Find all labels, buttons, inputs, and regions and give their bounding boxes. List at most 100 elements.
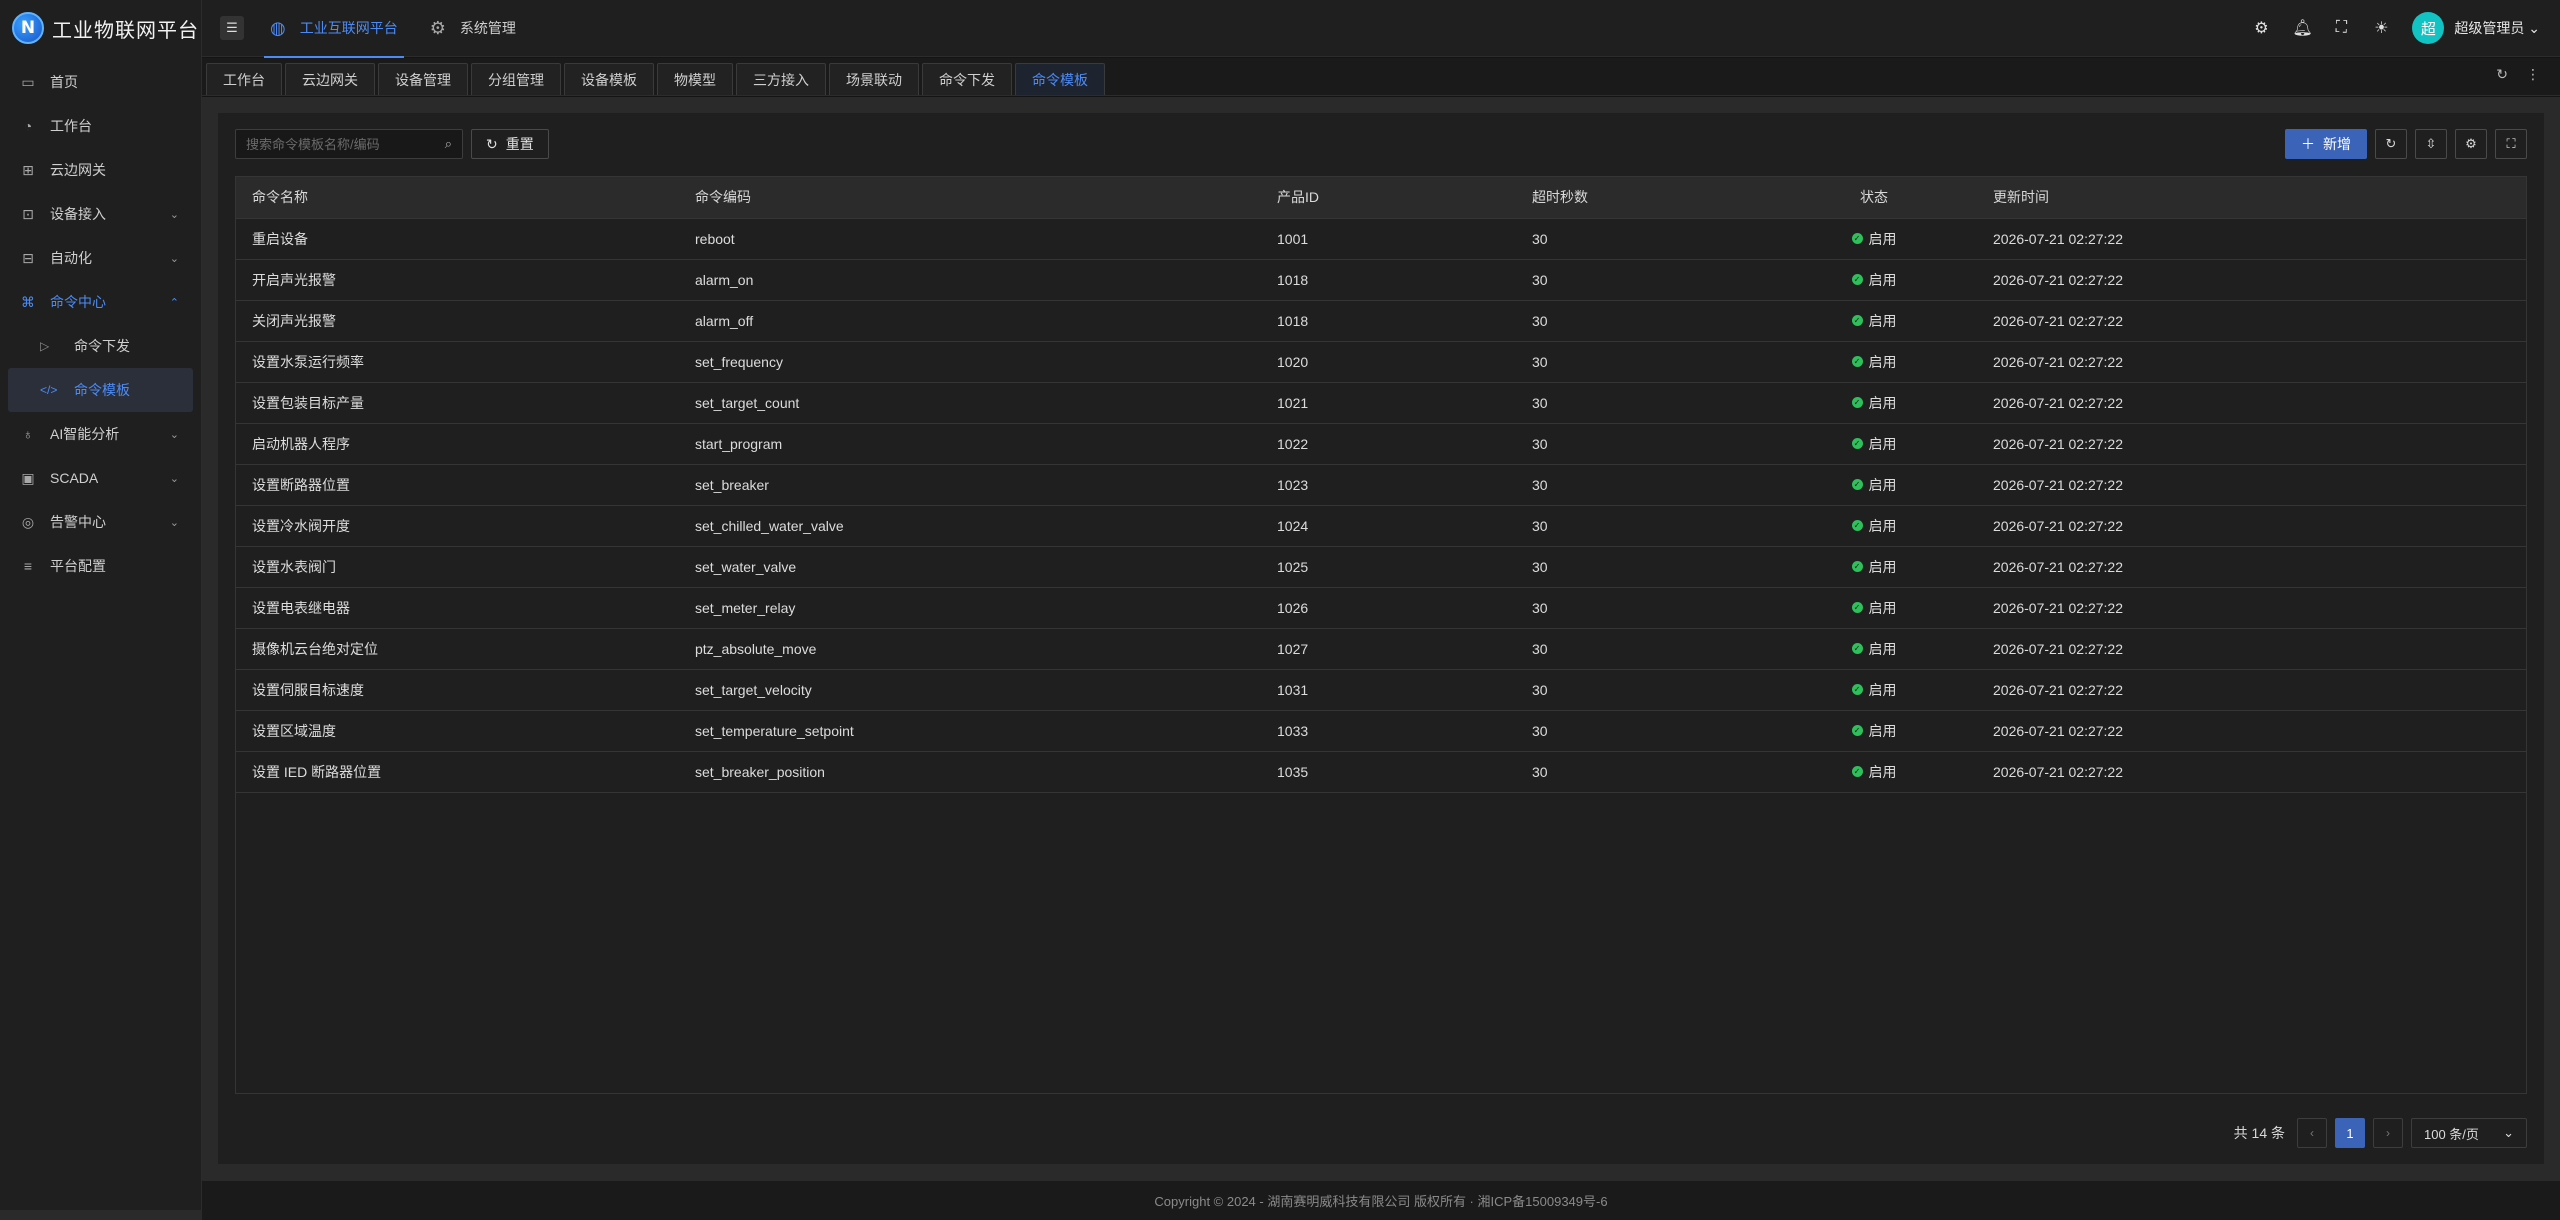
table-row[interactable]: 摄像机云台绝对定位 ptz_absolute_move 1027 30 ✓ 启用 2026-… xyxy=(236,628,2526,669)
table-header-row: 命令名称 命令编码 产品ID 超时秒数 状态 更新时间 xyxy=(236,177,2526,219)
sidebar: N 工业物联网平台 ▭ 首页 ◔ 工作台 ⊞ 云边网关 ⊡ 设备接入 ⌄ ⊟ 自… xyxy=(0,0,202,1220)
table-row[interactable]: 启动机器人程序 start_program 1022 30 ✓ 启用 2026-07-21 … xyxy=(236,423,2526,464)
tab-third-party[interactable]: 三方接入 xyxy=(736,63,826,95)
column-header-code[interactable]: 命令编码 xyxy=(679,177,1261,219)
table-row[interactable]: 设置水表阀门 set_water_valve 1025 30 ✓ 启用 2026-07-21… xyxy=(236,546,2526,587)
page-size-select[interactable]: 100 条/页 ⌄ xyxy=(2411,1118,2527,1148)
sidebar-item-device-access[interactable]: ⊡ 设备接入 ⌄ xyxy=(0,192,201,236)
column-header-updated[interactable]: 更新时间 xyxy=(1977,177,2526,219)
sidebar-subitem-label: 命令下发 xyxy=(74,338,130,354)
tab-device-template[interactable]: 设备模板 xyxy=(564,63,654,95)
top-tab-label: 系统管理 xyxy=(459,20,516,36)
sidebar-item-platform-config[interactable]: ≡ 平台配置 xyxy=(0,544,201,588)
column-settings-button[interactable]: ⚙ xyxy=(2455,129,2487,159)
tab-thing-model[interactable]: 物模型 xyxy=(657,63,733,95)
cell-name: 设置 IED 断路器位置 xyxy=(252,763,382,780)
tab-device-management[interactable]: 设备管理 xyxy=(378,63,468,95)
sidebar-item-home[interactable]: ▭ 首页 xyxy=(0,60,201,104)
table-row[interactable]: 设置 IED 断路器位置 set_breaker_position 1035 30 ✓ 启… xyxy=(236,751,2526,792)
table-row[interactable]: 开启声光报警 alarm_on 1018 30 ✓ 启用 2026-07-21 02:27:… xyxy=(236,259,2526,300)
check-circle-icon: ✓ xyxy=(1851,602,1863,614)
refresh-icon[interactable]: ↻ xyxy=(2496,66,2508,83)
check-circle-icon: ✓ xyxy=(1851,725,1863,737)
table-row[interactable]: 设置冷水阀开度 set_chilled_water_valve 1024 30 ✓ 启用 2… xyxy=(236,505,2526,546)
tab-command-template[interactable]: 命令模板 xyxy=(1015,63,1105,95)
sidebar-subitem-command-template[interactable]: </> 命令模板 xyxy=(8,368,193,412)
sidebar-item-workbench[interactable]: ◔ 工作台 xyxy=(0,104,201,148)
tab-command-send[interactable]: 命令下发 xyxy=(922,63,1012,95)
density-button[interactable]: ⇳ xyxy=(2415,129,2447,159)
sidebar-item-label: 工作台 xyxy=(50,118,92,134)
table-row[interactable]: 关闭声光报警 alarm_off 1018 30 ✓ 启用 2026-07-21 02:27… xyxy=(236,300,2526,341)
reset-button[interactable]: ↻ 重置 xyxy=(471,129,549,159)
cell-name: 设置伺服目标速度 xyxy=(252,681,364,698)
search-input[interactable] xyxy=(246,136,445,152)
status-text: 启用 xyxy=(1868,599,1897,616)
column-header-name[interactable]: 命令名称 xyxy=(236,177,679,219)
sidebar-subitem-command-send[interactable]: ▷ 命令下发 xyxy=(0,324,201,368)
chevron-down-icon: ⌄ xyxy=(2528,20,2540,36)
table-body: 重启设备 reboot 1001 30 ✓ 启用 2026-07-21 02:27:22 开启… xyxy=(236,218,2526,792)
fullscreen-icon[interactable]: ⛶ xyxy=(2332,19,2350,37)
table-row[interactable]: 设置水泵运行频率 set_frequency 1020 30 ✓ 启用 2026-07-21… xyxy=(236,341,2526,382)
status-badge: ✓ 启用 xyxy=(1851,639,1897,659)
user-menu[interactable]: 超级管理员 ⌄ xyxy=(2454,18,2540,38)
table-row[interactable]: 设置伺服目标速度 set_target_velocity 1031 30 ✓ 启用 2026… xyxy=(236,669,2526,710)
theme-icon[interactable]: ☀ xyxy=(2372,18,2390,38)
menu-collapse-button[interactable]: ☰ xyxy=(220,16,244,40)
column-header-status[interactable]: 状态 xyxy=(1771,177,1977,219)
check-circle-icon: ✓ xyxy=(1851,233,1863,245)
sidebar-item-automation[interactable]: ⊟ 自动化 ⌄ xyxy=(0,236,201,280)
sidebar-scrollbar[interactable] xyxy=(0,1210,202,1220)
refresh-icon: ↻ xyxy=(2385,136,2397,151)
app-title: 工业物联网平台 xyxy=(52,19,199,42)
sidebar-item-gateway[interactable]: ⊞ 云边网关 xyxy=(0,148,201,192)
avatar[interactable]: 超 xyxy=(2412,12,2445,44)
page-number-button[interactable]: 1 xyxy=(2335,1118,2365,1148)
table-row[interactable]: 设置电表继电器 set_meter_relay 1026 30 ✓ 启用 2026-07-2… xyxy=(236,587,2526,628)
status-badge: ✓ 启用 xyxy=(1851,557,1897,577)
cell-name: 设置冷水阀开度 xyxy=(252,517,350,534)
status-text: 启用 xyxy=(1868,722,1897,739)
cell-name: 重启设备 xyxy=(252,230,308,247)
tab-gateway[interactable]: 云边网关 xyxy=(285,63,375,95)
more-icon[interactable]: ⋮ xyxy=(2526,66,2540,83)
tab-scene-linkage[interactable]: 场景联动 xyxy=(829,63,919,95)
cell-timeout: 30 xyxy=(1532,353,1548,370)
sidebar-item-ai-analysis[interactable]: ♁ AI智能分析 ⌄ xyxy=(0,412,201,456)
code-icon: </> xyxy=(40,383,58,397)
fullscreen-table-button[interactable]: ⛶ xyxy=(2495,129,2527,159)
status-text: 启用 xyxy=(1868,640,1897,657)
sidebar-item-label: 命令中心 xyxy=(50,294,106,310)
table-row[interactable]: 重启设备 reboot 1001 30 ✓ 启用 2026-07-21 02:27:22 xyxy=(236,218,2526,259)
prev-page-button[interactable]: ‹ xyxy=(2297,1118,2327,1148)
top-tab-iot-platform[interactable]: ◍ 工业互联网平台 xyxy=(264,0,404,58)
settings-icon[interactable]: ⚙ xyxy=(2252,18,2270,38)
tab-workbench[interactable]: 工作台 xyxy=(206,63,282,95)
bell-icon[interactable]: 🔔︎ xyxy=(2292,18,2312,38)
sidebar-item-alarm-center[interactable]: ◎ 告警中心 ⌄ xyxy=(0,500,201,544)
column-header-timeout[interactable]: 超时秒数 xyxy=(1516,177,1771,219)
sidebar-item-command-center[interactable]: ⌘ 命令中心 ⌃ xyxy=(0,280,201,324)
dashboard-icon: ◔ xyxy=(23,118,33,134)
cell-code: reboot xyxy=(695,230,735,247)
column-header-product-id[interactable]: 产品ID xyxy=(1261,177,1516,219)
cell-product-id: 1018 xyxy=(1277,312,1309,329)
table-row[interactable]: 设置包装目标产量 set_target_count 1021 30 ✓ 启用 2026-07… xyxy=(236,382,2526,423)
app-logo[interactable]: N 工业物联网平台 xyxy=(0,0,201,56)
top-header: ☰ ◍ 工业互联网平台 ⚙ 系统管理 ⚙ 🔔︎ ⛶ ☀ 超 超级管理员 ⌄ xyxy=(202,0,2560,58)
top-tab-system-management[interactable]: ⚙ 系统管理 xyxy=(424,0,522,57)
cell-code: set_target_count xyxy=(695,394,800,411)
table-row[interactable]: 设置断路器位置 set_breaker 1023 30 ✓ 启用 2026-07-21 02… xyxy=(236,464,2526,505)
chevron-down-icon: ⌄ xyxy=(169,472,179,485)
search-icon[interactable]: ⌕ xyxy=(445,136,452,152)
cell-name: 设置断路器位置 xyxy=(252,476,350,493)
cell-name: 设置水表阀门 xyxy=(252,558,336,575)
next-page-button[interactable]: › xyxy=(2373,1118,2403,1148)
sidebar-item-scada[interactable]: ▣ SCADA ⌄ xyxy=(0,456,201,500)
column-height-icon: ⇳ xyxy=(2425,136,2437,151)
table-row[interactable]: 设置区域温度 set_temperature_setpoint 1033 30 ✓ 启用 2… xyxy=(236,710,2526,751)
tab-group-management[interactable]: 分组管理 xyxy=(471,63,561,95)
refresh-table-button[interactable]: ↻ xyxy=(2375,129,2407,159)
add-button[interactable]: ＋ 新增 xyxy=(2285,129,2367,159)
